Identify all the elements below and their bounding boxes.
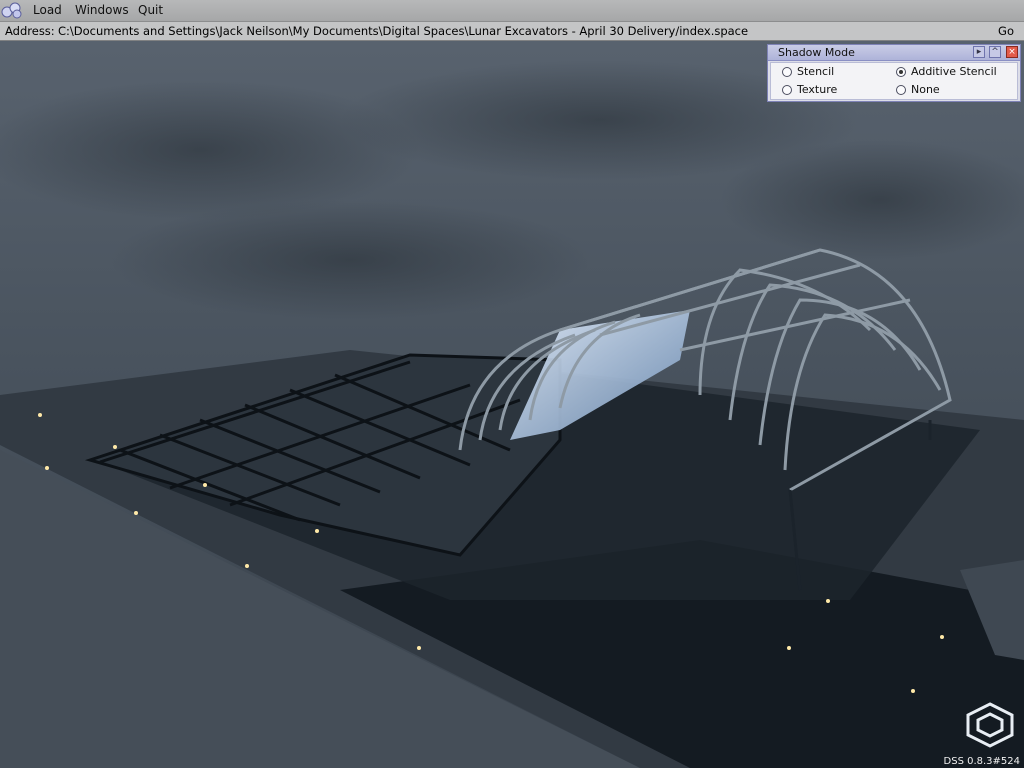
menu-bar: Load Windows Quit: [0, 0, 1024, 22]
arrow-right-icon[interactable]: ▸: [973, 46, 985, 58]
navigation-compass-icon[interactable]: [958, 700, 1022, 750]
version-label: DSS 0.8.3#524: [943, 756, 1020, 767]
app-logo-icon: [1, 2, 22, 19]
minimize-icon[interactable]: ^: [989, 46, 1001, 58]
option-label-additive-stencil: Additive Stencil: [911, 65, 997, 78]
radio-stencil[interactable]: [782, 67, 792, 77]
shadow-mode-panel: Shadow Mode ▸ ^ × Stencil Additive Stenc…: [767, 44, 1021, 102]
menu-windows[interactable]: Windows: [75, 3, 129, 18]
radio-none[interactable]: [896, 85, 906, 95]
panel-title: Shadow Mode: [778, 46, 855, 59]
menu-load[interactable]: Load: [33, 3, 62, 18]
menu-quit[interactable]: Quit: [138, 3, 163, 18]
panel-body: Stencil Additive Stencil Texture None: [770, 62, 1018, 100]
3d-viewport[interactable]: [0, 0, 1024, 768]
option-label-none: None: [911, 83, 940, 96]
option-label-texture: Texture: [797, 83, 838, 96]
go-button[interactable]: Go: [998, 22, 1014, 40]
address-label: Address:: [5, 24, 55, 38]
close-icon[interactable]: ×: [1006, 46, 1018, 58]
panel-titlebar[interactable]: Shadow Mode ▸ ^ ×: [768, 45, 1020, 61]
radio-additive-stencil[interactable]: [896, 67, 906, 77]
option-label-stencil: Stencil: [797, 65, 835, 78]
radio-texture[interactable]: [782, 85, 792, 95]
address-bar: Address: C:\Documents and Settings\Jack …: [0, 22, 1024, 41]
address-input[interactable]: C:\Documents and Settings\Jack Neilson\M…: [58, 22, 748, 40]
